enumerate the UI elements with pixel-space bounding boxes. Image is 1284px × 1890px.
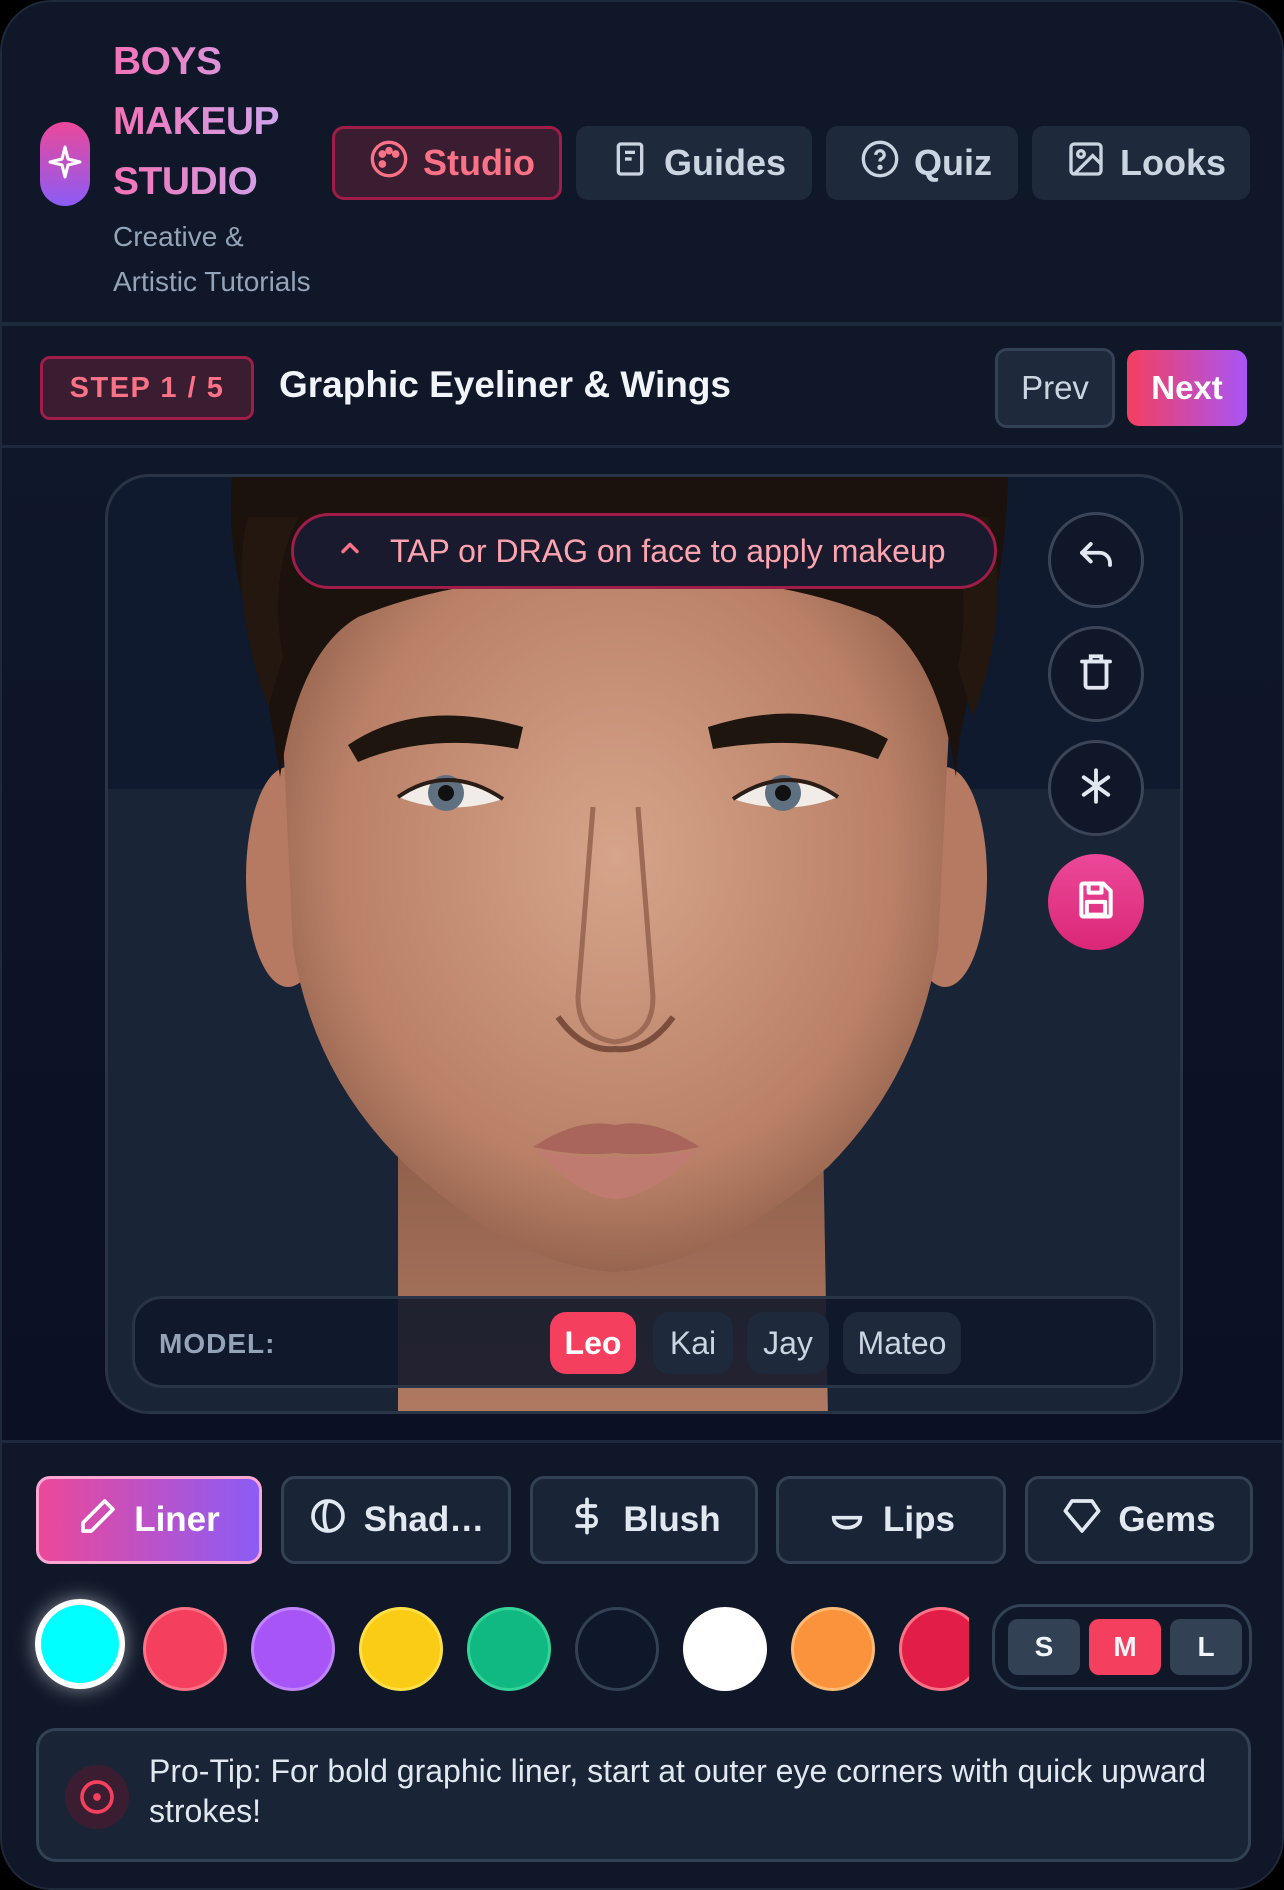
model-chip-mateo[interactable]: Mateo: [843, 1312, 961, 1374]
tab-quiz[interactable]: Quiz: [826, 126, 1018, 200]
app-frame: BOYS MAKEUP STUDIO Creative & Artistic T…: [0, 0, 1284, 1890]
color-swatch-cyan[interactable]: [35, 1599, 125, 1689]
trash-icon: [1075, 651, 1117, 698]
color-swatch-orange[interactable]: [791, 1607, 875, 1691]
dollar-icon: [567, 1496, 607, 1545]
shadow-drop-icon: [308, 1496, 348, 1545]
category-label: Blush: [623, 1500, 721, 1539]
undo-button[interactable]: [1048, 512, 1144, 608]
pencil-icon: [78, 1496, 118, 1545]
category-label: Gems: [1118, 1500, 1216, 1539]
category-blush[interactable]: Blush: [530, 1476, 758, 1564]
tab-label: Guides: [664, 142, 787, 183]
tab-guides[interactable]: Guides: [576, 126, 812, 200]
color-swatch-crimson-clip: [899, 1607, 969, 1691]
model-chip-leo[interactable]: Leo: [550, 1312, 636, 1374]
color-swatch-black[interactable]: [575, 1607, 659, 1691]
category-label: Lips: [883, 1500, 955, 1539]
model-face-image[interactable]: [108, 477, 1183, 1414]
chevron-up-icon: [336, 533, 364, 570]
tab-label: Quiz: [914, 142, 992, 183]
step-title: Graphic Eyeliner & Wings: [279, 364, 732, 405]
sparkle-icon: [47, 144, 83, 185]
color-swatch-rose[interactable]: [143, 1607, 227, 1691]
color-swatch-purple[interactable]: [251, 1607, 335, 1691]
pro-tip-text: Pro-Tip: For bold graphic liner, start a…: [149, 1753, 1207, 1829]
model-selector: MODEL: Leo Kai Jay Mateo: [132, 1296, 1156, 1388]
tab-studio[interactable]: Studio: [332, 126, 562, 200]
lips-icon: [827, 1496, 867, 1545]
tool-panel: Liner Shad… Blush Lips Gems S M L Pro-Ti…: [2, 1440, 1282, 1888]
step-bar: STEP 1 / 5 Graphic Eyeliner & Wings Prev…: [2, 326, 1282, 448]
gem-icon: [1062, 1496, 1102, 1545]
book-icon: [610, 139, 650, 188]
size-large-button[interactable]: L: [1170, 1619, 1242, 1675]
category-label: Liner: [134, 1500, 220, 1539]
asterisk-icon: [1075, 765, 1117, 812]
clear-button[interactable]: [1048, 626, 1144, 722]
tab-looks[interactable]: Looks: [1032, 126, 1250, 200]
brand-title: BOYS MAKEUP STUDIO: [113, 32, 333, 212]
main-nav: Studio Guides Quiz Looks: [332, 126, 1250, 200]
next-button[interactable]: Next: [1127, 350, 1247, 426]
model-chip-kai[interactable]: Kai: [653, 1312, 733, 1374]
brand-subtitle: Creative & Artistic Tutorials: [113, 221, 311, 297]
effect-button[interactable]: [1048, 740, 1144, 836]
prev-button[interactable]: Prev: [995, 348, 1115, 428]
save-icon: [1074, 878, 1118, 927]
brush-size-selector: S M L: [992, 1604, 1252, 1690]
color-swatch-crimson[interactable]: [899, 1607, 969, 1691]
face-canvas[interactable]: MODEL: Leo Kai Jay Mateo: [105, 474, 1183, 1414]
info-circle-icon: [65, 1765, 129, 1829]
tab-label: Looks: [1120, 142, 1227, 183]
save-button[interactable]: [1048, 854, 1144, 950]
model-label: MODEL:: [159, 1328, 276, 1359]
category-label: Shad…: [363, 1500, 485, 1539]
model-chip-jay[interactable]: Jay: [747, 1312, 829, 1374]
hint-text: TAP or DRAG on face to apply makeup: [390, 532, 946, 569]
pro-tip-card: Pro-Tip: For bold graphic liner, start a…: [36, 1728, 1251, 1862]
tab-label: Studio: [423, 142, 535, 183]
size-medium-button[interactable]: M: [1089, 1619, 1161, 1675]
color-swatch-white[interactable]: [683, 1607, 767, 1691]
undo-icon: [1075, 537, 1117, 584]
category-liner[interactable]: Liner: [36, 1476, 262, 1564]
size-small-button[interactable]: S: [1008, 1619, 1080, 1675]
logo: [40, 122, 90, 206]
header: BOYS MAKEUP STUDIO Creative & Artistic T…: [2, 2, 1282, 326]
category-lips[interactable]: Lips: [776, 1476, 1006, 1564]
image-icon: [1066, 139, 1106, 188]
category-shadow[interactable]: Shad…: [281, 1476, 511, 1564]
category-gems[interactable]: Gems: [1025, 1476, 1253, 1564]
palette-icon: [369, 139, 409, 188]
step-badge: STEP 1 / 5: [40, 356, 254, 420]
apply-hint: TAP or DRAG on face to apply makeup: [291, 513, 997, 589]
help-circle-icon: [860, 139, 900, 188]
brand: BOYS MAKEUP STUDIO Creative & Artistic T…: [113, 32, 333, 304]
color-swatch-yellow[interactable]: [359, 1607, 443, 1691]
color-swatch-green[interactable]: [467, 1607, 551, 1691]
